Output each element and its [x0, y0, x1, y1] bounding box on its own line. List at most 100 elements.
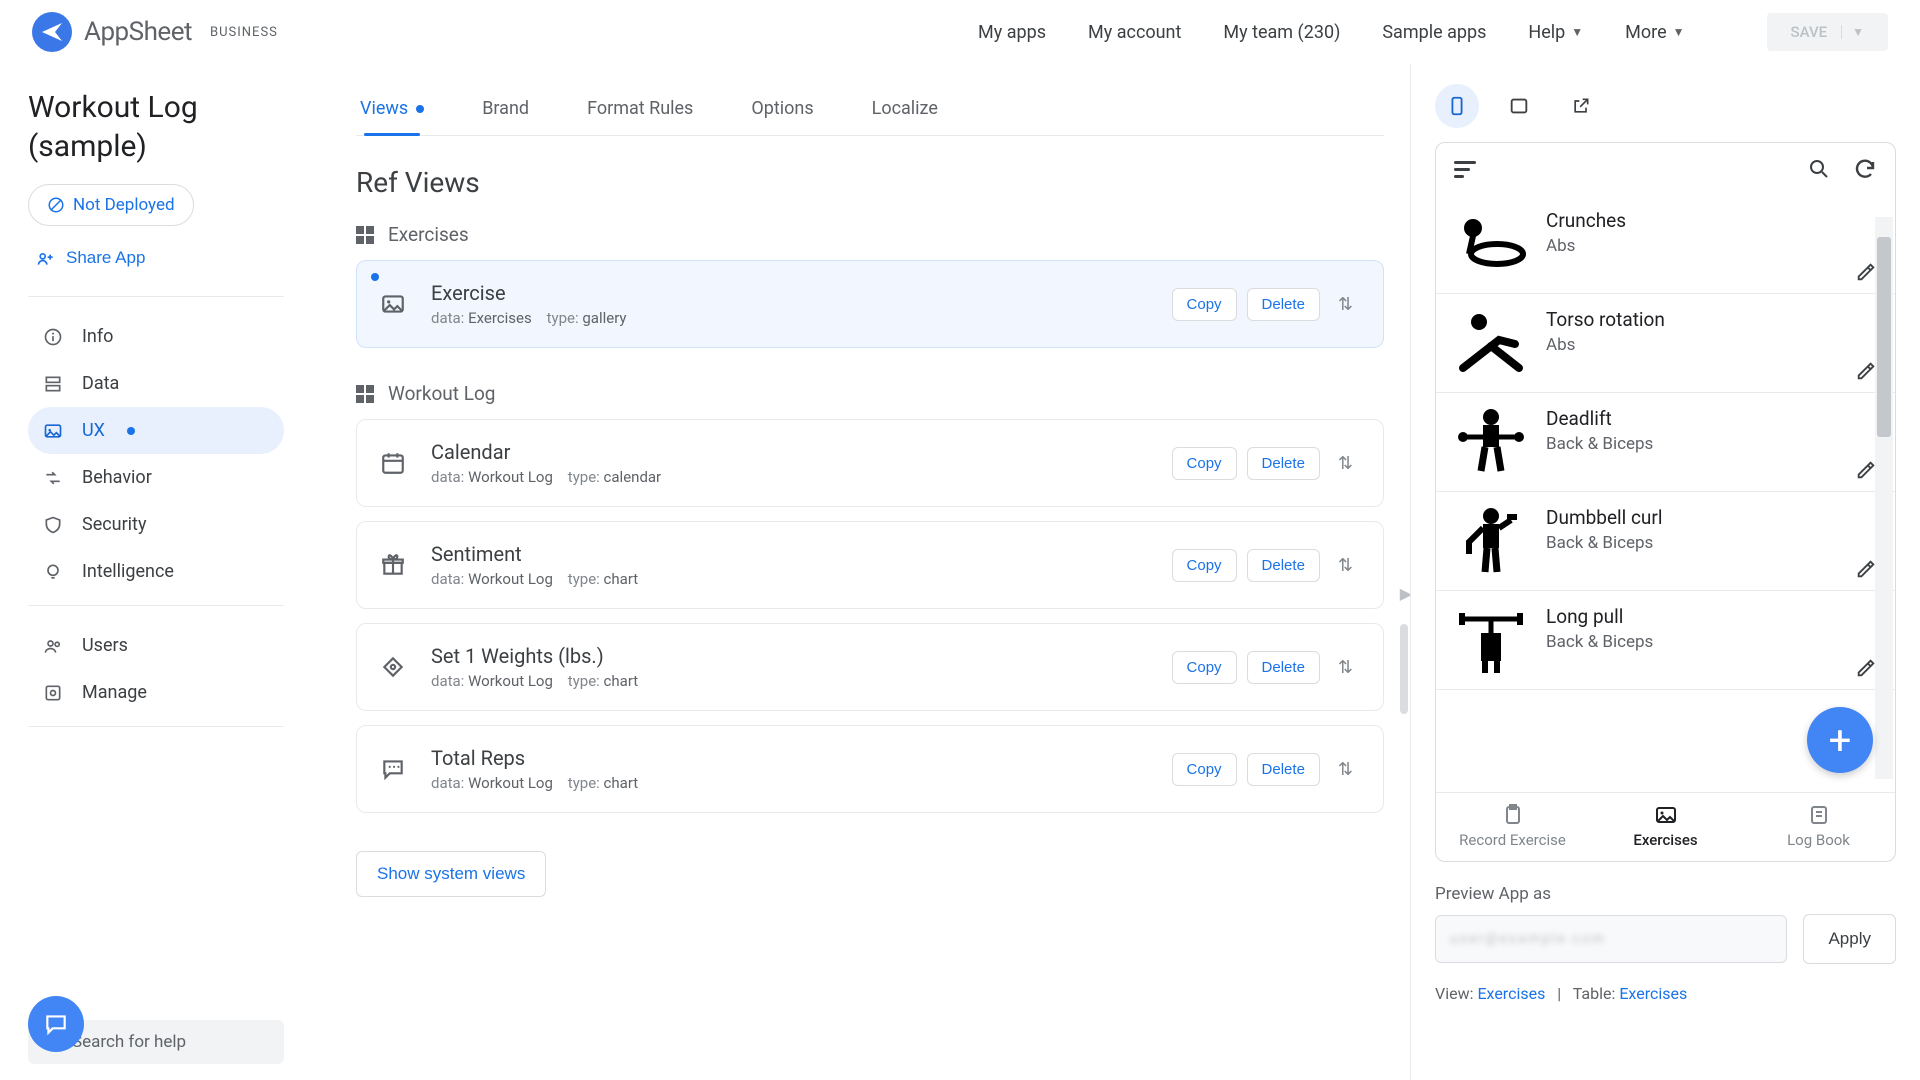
book-icon	[1807, 803, 1831, 827]
scrollbar[interactable]	[1400, 624, 1408, 714]
preview-footer: View: Exercises | Table: Exercises	[1435, 984, 1896, 1003]
edit-icon[interactable]	[1855, 459, 1877, 481]
sidebar-item-users[interactable]: Users	[28, 622, 284, 669]
grid-icon	[356, 385, 374, 403]
footer-table-link[interactable]: Exercises	[1619, 984, 1687, 1003]
refresh-icon[interactable]	[1853, 157, 1877, 181]
copy-button[interactable]: Copy	[1172, 447, 1237, 480]
view-card-sentiment[interactable]: Sentiment data: Workout Log type: chart …	[356, 521, 1384, 609]
sidebar-item-behavior[interactable]: Behavior	[28, 454, 284, 501]
clipboard-icon	[1501, 803, 1525, 827]
drag-handle-icon[interactable]: ⇅	[1330, 555, 1361, 576]
view-card-calendar[interactable]: Calendar data: Workout Log type: calenda…	[356, 419, 1384, 507]
tab-views[interactable]: Views	[356, 82, 428, 135]
chat-fab[interactable]	[28, 996, 84, 1052]
save-button: SAVE▼	[1767, 13, 1888, 51]
open-external-icon[interactable]	[1559, 84, 1603, 128]
nav-my-account[interactable]: My account	[1088, 22, 1181, 43]
device-toggle	[1435, 84, 1896, 128]
bottom-tab-logbook[interactable]: Log Book	[1742, 793, 1895, 861]
footer-view-link[interactable]: Exercises	[1477, 984, 1545, 1003]
shield-icon	[42, 515, 64, 535]
card-meta: data: Workout Log type: chart	[431, 774, 1148, 792]
drag-handle-icon[interactable]: ⇅	[1330, 453, 1361, 474]
sidebar-item-intelligence[interactable]: Intelligence	[28, 548, 284, 595]
share-app-button[interactable]: Share App	[28, 240, 153, 276]
preview-bottom-nav: Record Exercise Exercises Log Book	[1436, 792, 1895, 861]
appsheet-logo-icon	[32, 12, 72, 52]
not-deployed-chip[interactable]: Not Deployed	[28, 184, 194, 226]
chevron-down-icon: ▼	[1571, 25, 1583, 39]
add-fab[interactable]: +	[1807, 707, 1873, 773]
nav-sample-apps[interactable]: Sample apps	[1382, 22, 1486, 43]
sort-icon[interactable]	[1454, 161, 1476, 178]
list-item[interactable]: Long pullBack & Biceps	[1436, 591, 1895, 690]
apply-button[interactable]: Apply	[1803, 914, 1896, 964]
brand[interactable]: AppSheet BUSINESS	[32, 12, 278, 52]
divider	[28, 605, 284, 606]
tab-options[interactable]: Options	[747, 82, 817, 135]
preview-as-label: Preview App as	[1435, 884, 1896, 904]
edit-icon[interactable]	[1855, 261, 1877, 283]
edit-icon[interactable]	[1855, 657, 1877, 679]
device-phone-icon[interactable]	[1435, 84, 1479, 128]
tab-localize[interactable]: Localize	[868, 82, 942, 135]
expand-preview-icon[interactable]: ▶	[1400, 584, 1410, 603]
list-item[interactable]: Dumbbell curlBack & Biceps	[1436, 492, 1895, 591]
nav-my-team[interactable]: My team (230)	[1223, 22, 1340, 43]
sidebar-item-ux[interactable]: UX	[28, 407, 284, 454]
copy-button[interactable]: Copy	[1172, 753, 1237, 786]
database-icon	[42, 374, 64, 394]
card-title: Total Reps	[431, 746, 1148, 770]
share-icon	[36, 248, 56, 268]
preview-scrollbar[interactable]	[1875, 217, 1893, 779]
bulb-icon	[42, 562, 64, 582]
delete-button[interactable]: Delete	[1247, 753, 1320, 786]
edit-icon[interactable]	[1855, 360, 1877, 382]
sidebar-item-info[interactable]: Info	[28, 313, 284, 360]
copy-button[interactable]: Copy	[1172, 549, 1237, 582]
show-system-views-button[interactable]: Show system views	[356, 851, 546, 897]
divider	[28, 726, 284, 727]
delete-button[interactable]: Delete	[1247, 288, 1320, 321]
bottom-tab-exercises[interactable]: Exercises	[1589, 793, 1742, 861]
view-card-exercise[interactable]: Exercise data: Exercises type: gallery C…	[356, 260, 1384, 348]
bottom-tab-record[interactable]: Record Exercise	[1436, 793, 1589, 861]
copy-button[interactable]: Copy	[1172, 288, 1237, 321]
brand-name: AppSheet	[84, 17, 192, 47]
delete-button[interactable]: Delete	[1247, 651, 1320, 684]
edit-icon[interactable]	[1855, 558, 1877, 580]
delete-button[interactable]: Delete	[1247, 549, 1320, 582]
sidebar-item-security[interactable]: Security	[28, 501, 284, 548]
drag-handle-icon[interactable]: ⇅	[1330, 294, 1361, 315]
view-card-total-reps[interactable]: Total Reps data: Workout Log type: chart…	[356, 725, 1384, 813]
drag-handle-icon[interactable]: ⇅	[1330, 657, 1361, 678]
chat-icon	[379, 755, 407, 783]
search-icon[interactable]	[1807, 157, 1831, 181]
list-item[interactable]: CrunchesAbs	[1436, 195, 1895, 294]
nav-my-apps[interactable]: My apps	[978, 22, 1046, 43]
tab-format-rules[interactable]: Format Rules	[583, 82, 697, 135]
card-meta: data: Workout Log type: calendar	[431, 468, 1148, 486]
nav-help[interactable]: Help▼	[1528, 22, 1583, 43]
group-workout-log: Workout Log	[356, 382, 1384, 405]
tab-brand[interactable]: Brand	[478, 82, 533, 135]
app-title: Workout Log (sample)	[28, 88, 284, 166]
list-item[interactable]: DeadliftBack & Biceps	[1436, 393, 1895, 492]
sidebar-item-manage[interactable]: Manage	[28, 669, 284, 716]
drag-handle-icon[interactable]: ⇅	[1330, 759, 1361, 780]
device-tablet-icon[interactable]	[1497, 84, 1541, 128]
copy-button[interactable]: Copy	[1172, 651, 1237, 684]
view-card-set1-weights[interactable]: Set 1 Weights (lbs.) data: Workout Log t…	[356, 623, 1384, 711]
ux-tabs: Views Brand Format Rules Options Localiz…	[356, 82, 1384, 136]
grid-icon	[356, 226, 374, 244]
main-content: Views Brand Format Rules Options Localiz…	[300, 64, 1410, 1080]
divider	[28, 296, 284, 297]
delete-button[interactable]: Delete	[1247, 447, 1320, 480]
list-item[interactable]: Torso rotationAbs	[1436, 294, 1895, 393]
preview-as-input[interactable]: user@example.com	[1435, 915, 1787, 963]
phone-preview: CrunchesAbs Torso rotationAbs DeadliftBa…	[1435, 142, 1896, 862]
preview-list: CrunchesAbs Torso rotationAbs DeadliftBa…	[1436, 195, 1895, 792]
nav-more[interactable]: More▼	[1625, 22, 1684, 43]
sidebar-item-data[interactable]: Data	[28, 360, 284, 407]
